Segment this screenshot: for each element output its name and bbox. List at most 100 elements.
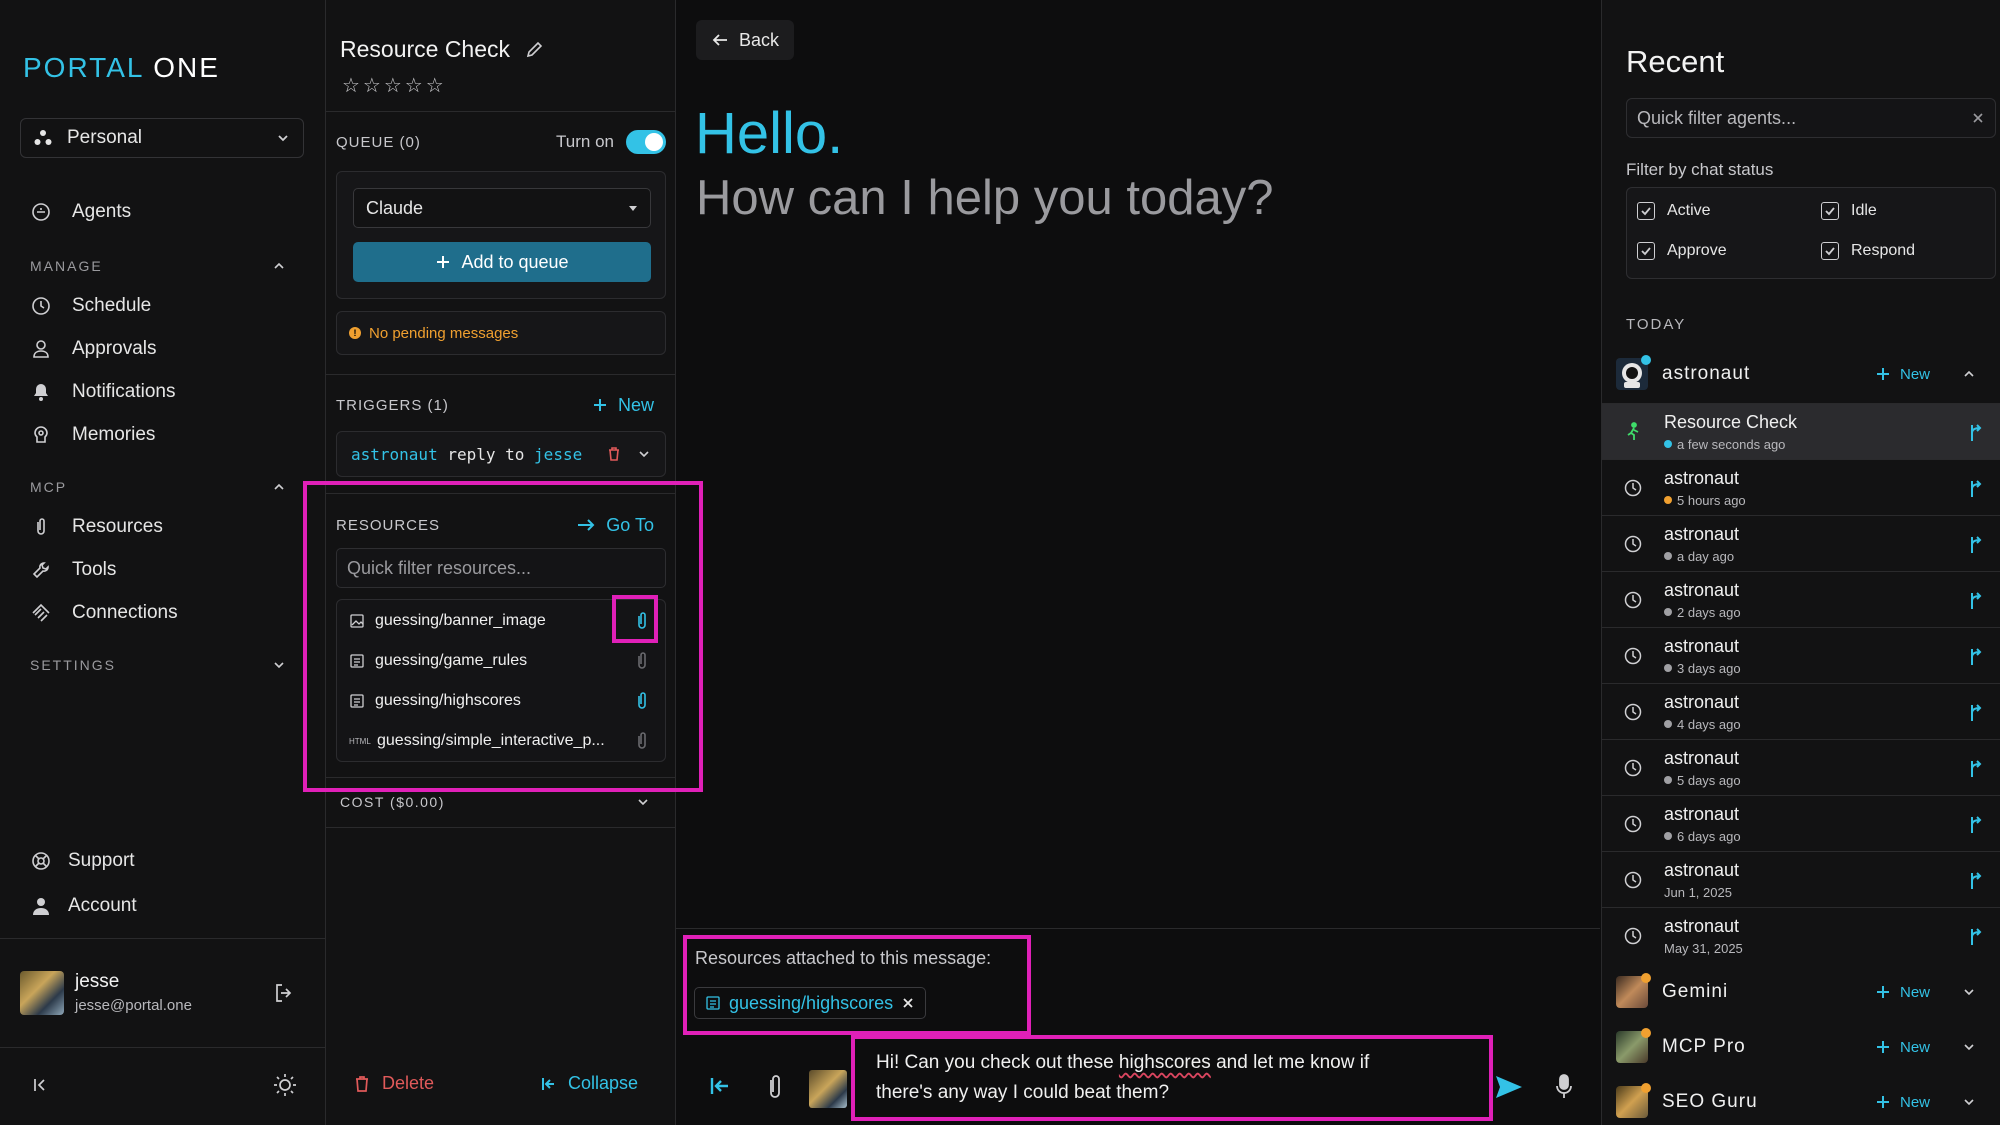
status-checkbox-active[interactable]: Active (1637, 202, 1711, 220)
chat-name: astronaut (1664, 691, 1740, 712)
chat-row[interactable]: astronaut May 31, 2025 (1602, 907, 2000, 963)
agent-group-gemini[interactable]: Gemini New (1612, 966, 1992, 1018)
trigger-item[interactable]: astronaut reply to jesse (336, 431, 666, 477)
model-select[interactable]: Claude (353, 188, 651, 228)
close-icon[interactable] (1971, 111, 1985, 125)
microphone-icon[interactable] (1554, 1073, 1574, 1101)
nav-tools[interactable]: Tools (30, 555, 116, 585)
chevron-down-icon[interactable] (637, 447, 651, 461)
model-label: Claude (366, 197, 424, 218)
fork-icon[interactable] (1951, 421, 2000, 443)
nav-notifications-label: Notifications (72, 381, 176, 402)
queue-toggle[interactable] (626, 130, 666, 154)
chat-row[interactable]: astronaut 5 days ago (1602, 739, 2000, 795)
nav-resources[interactable]: Resources (30, 512, 163, 542)
chat-time: 6 days ago (1677, 828, 1741, 844)
nav-notifications[interactable]: Notifications (30, 377, 176, 407)
section-settings[interactable]: SETTINGS (30, 657, 286, 673)
cost-header[interactable]: COST ($0.00) (340, 794, 650, 810)
divider (326, 374, 676, 375)
plus-icon (1876, 1040, 1890, 1054)
fork-icon[interactable] (1951, 589, 2000, 611)
paperclip-icon[interactable] (766, 1073, 784, 1101)
back-button[interactable]: Back (696, 20, 794, 60)
fork-icon[interactable] (1951, 701, 2000, 723)
add-to-queue-button[interactable]: Add to queue (353, 242, 651, 282)
section-manage[interactable]: MANAGE (30, 258, 286, 274)
new-chat-button[interactable]: New (1876, 1094, 1976, 1111)
fork-icon[interactable] (1951, 869, 2000, 891)
chat-time: a few seconds ago (1677, 436, 1786, 452)
status-checkbox-respond[interactable]: Respond (1821, 242, 1915, 260)
workspace-select[interactable]: Personal (20, 118, 304, 158)
nav-account[interactable]: Account (30, 891, 137, 921)
nav-memories[interactable]: Memories (30, 420, 155, 450)
chat-row[interactable]: astronaut 4 days ago (1602, 683, 2000, 739)
status-dot (1664, 496, 1672, 504)
trash-icon[interactable] (607, 446, 621, 462)
logo: PORTAL ONE (23, 52, 220, 84)
delete-label: Delete (382, 1073, 435, 1093)
chat-row[interactable]: astronaut 3 days ago (1602, 627, 2000, 683)
chat-row[interactable]: astronaut 2 days ago (1602, 571, 2000, 627)
collapse-sidebar-icon[interactable] (30, 1074, 52, 1096)
settings-label: SETTINGS (30, 657, 117, 673)
chat-time-row: 5 hours ago (1664, 493, 1951, 508)
new-chat-button[interactable]: New (1876, 1039, 1976, 1056)
chat-name: astronaut (1664, 803, 1740, 824)
collapse-left-icon[interactable] (708, 1075, 732, 1097)
new-chat-button[interactable]: New (1876, 366, 1976, 383)
chat-row[interactable]: Resource Check a few seconds ago (1602, 403, 2000, 459)
pencil-icon[interactable] (524, 40, 544, 60)
new-chat-button[interactable]: New (1876, 984, 1976, 1001)
section-mcp[interactable]: MCP (30, 479, 286, 495)
status-dot (1664, 664, 1672, 672)
fork-icon[interactable] (1951, 645, 2000, 667)
collapse-button[interactable]: Collapse (540, 1073, 638, 1094)
plus-icon (435, 254, 451, 270)
status-label: Approve (1667, 242, 1727, 259)
agent-avatar[interactable] (809, 1070, 847, 1108)
fork-icon[interactable] (1951, 925, 2000, 947)
nav-connections[interactable]: Connections (30, 598, 178, 628)
chat-row[interactable]: astronaut a day ago (1602, 515, 2000, 571)
chat-time: Jun 1, 2025 (1664, 884, 1732, 900)
mcp-label: MCP (30, 479, 68, 495)
chat-time: May 31, 2025 (1664, 940, 1743, 956)
logout-icon[interactable] (272, 981, 296, 1005)
nav-agents[interactable]: Agents (30, 197, 131, 227)
delete-button[interactable]: Delete (354, 1073, 434, 1094)
agent-group-mcp-pro[interactable]: MCP Pro New (1612, 1021, 1992, 1073)
new-trigger-button[interactable]: New (592, 395, 654, 416)
nav-approvals[interactable]: Approvals (30, 334, 157, 364)
fork-icon[interactable] (1951, 813, 2000, 835)
send-icon[interactable] (1494, 1074, 1524, 1100)
agent-group-astronaut[interactable]: astronaut New (1612, 348, 1992, 400)
agent-group-seo-guru[interactable]: SEO Guru New (1612, 1076, 1992, 1125)
status-badge (1641, 355, 1651, 365)
triggers-label: TRIGGERS (1) (336, 396, 449, 414)
fork-icon[interactable] (1951, 757, 2000, 779)
status-checkbox-idle[interactable]: Idle (1821, 202, 1877, 220)
fork-icon[interactable] (1951, 533, 2000, 555)
chat-row-text: astronaut 4 days ago (1664, 692, 1951, 732)
agents-filter-input[interactable]: Quick filter agents... (1626, 98, 1996, 138)
rating-stars[interactable]: ☆☆☆☆☆ (342, 73, 447, 98)
queue-box: Claude Add to queue (336, 171, 666, 299)
chat-row[interactable]: astronaut 6 days ago (1602, 795, 2000, 851)
nav-support[interactable]: Support (30, 846, 135, 876)
clock-icon (1602, 702, 1664, 722)
nav-resources-label: Resources (72, 516, 163, 537)
nav-schedule[interactable]: Schedule (30, 291, 151, 321)
fork-icon[interactable] (1951, 477, 2000, 499)
chat-row[interactable]: astronaut 5 hours ago (1602, 459, 2000, 515)
agents-icon (30, 201, 52, 223)
chat-name: astronaut (1664, 859, 1740, 880)
sun-icon[interactable] (272, 1072, 298, 1098)
clock-icon (1602, 814, 1664, 834)
status-checkbox-approve[interactable]: Approve (1637, 242, 1727, 260)
chat-row[interactable]: astronaut Jun 1, 2025 (1602, 851, 2000, 907)
clock-icon (1602, 926, 1664, 946)
chat-time-row: 6 days ago (1664, 829, 1951, 844)
nav-schedule-label: Schedule (72, 295, 152, 316)
